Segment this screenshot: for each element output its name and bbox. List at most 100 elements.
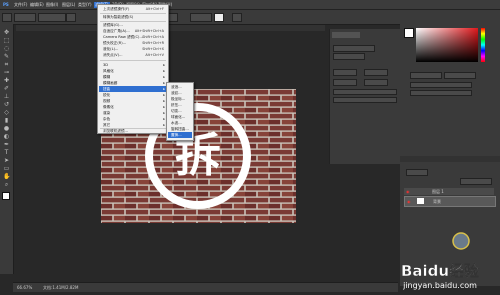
pen-tool-icon[interactable]: ✒ bbox=[3, 142, 10, 148]
foreground-color-chip[interactable] bbox=[404, 28, 414, 38]
menu-item-adaptive-wide[interactable]: 自适应广角(A)... bbox=[103, 29, 130, 34]
blur-tool-icon[interactable]: ● bbox=[3, 126, 10, 132]
color-swatch-button[interactable] bbox=[214, 13, 224, 22]
layer-row-selected[interactable]: ◉ 背景 bbox=[404, 196, 496, 207]
menu-type[interactable]: 类型(Y) bbox=[78, 2, 92, 8]
baidu-brand-text: Baidu经验 bbox=[401, 262, 480, 280]
shortcut-liquify: Shift+Ctrl+X bbox=[142, 47, 164, 51]
gradient-tool-icon[interactable]: ▮ bbox=[3, 118, 10, 124]
option-dropdown[interactable] bbox=[38, 13, 66, 22]
quick-select-icon[interactable]: ✎ bbox=[3, 54, 10, 60]
panel-field[interactable] bbox=[333, 79, 357, 86]
menu-separator bbox=[100, 21, 166, 22]
submenu-arrow-icon: ▸ bbox=[163, 87, 165, 91]
submenu-arrow-icon: ▸ bbox=[163, 69, 165, 73]
baidu-watermark-graphic: Baidu经验 jingyan.baidu.com bbox=[401, 232, 480, 290]
menu-image[interactable]: 图像(I) bbox=[46, 2, 58, 8]
submenu-item-shear[interactable]: 切变... bbox=[171, 109, 182, 114]
option-button-3[interactable] bbox=[232, 13, 242, 22]
brush-tool-icon[interactable]: ✐ bbox=[3, 86, 10, 92]
lasso-tool-icon[interactable]: ◌ bbox=[3, 46, 10, 52]
option-button-2[interactable] bbox=[168, 13, 178, 22]
panel-icons[interactable] bbox=[410, 90, 472, 96]
layer-kind-filter[interactable] bbox=[406, 169, 428, 176]
submenu-arrow-icon: ▸ bbox=[163, 75, 165, 79]
panel-field[interactable] bbox=[333, 53, 365, 60]
panel-field[interactable] bbox=[364, 79, 388, 86]
shortcut-camera-raw: Shift+Ctrl+A bbox=[142, 35, 164, 39]
zoom-level[interactable]: 66.67% bbox=[17, 285, 32, 290]
path-select-icon[interactable]: ➤ bbox=[3, 158, 10, 164]
hue-slider[interactable] bbox=[481, 28, 485, 62]
visibility-eye-icon[interactable]: ◉ bbox=[406, 189, 410, 194]
option-button[interactable] bbox=[66, 13, 76, 22]
menu-layer[interactable]: 图层(L) bbox=[62, 2, 75, 8]
menu-item-filter-gallery[interactable]: 滤镜库(G)... bbox=[103, 23, 123, 28]
opacity-field[interactable] bbox=[460, 178, 492, 185]
shape-tool-icon[interactable]: ▭ bbox=[3, 166, 10, 172]
tool-preset-button[interactable] bbox=[2, 13, 12, 22]
foreground-color-swatch[interactable] bbox=[2, 192, 10, 200]
panel-style-buttons[interactable] bbox=[333, 97, 397, 103]
panel-icons[interactable] bbox=[410, 82, 472, 88]
menu-item-distort[interactable]: 扭曲 bbox=[103, 87, 110, 92]
submenu-item-spherize[interactable]: 球面化... bbox=[171, 115, 185, 120]
layer-row[interactable]: ◉ 图层 1 bbox=[404, 188, 494, 195]
option-field[interactable] bbox=[14, 13, 36, 22]
submenu-item-polar[interactable]: 极坐标... bbox=[171, 97, 185, 102]
menu-item-blur[interactable]: 模糊 bbox=[103, 75, 110, 80]
panel-field[interactable] bbox=[333, 45, 375, 52]
menu-item-browse-online[interactable]: 浏览联机滤镜... bbox=[103, 129, 128, 134]
submenu-arrow-icon: ▸ bbox=[163, 63, 165, 67]
menu-edit[interactable]: 编辑(E) bbox=[30, 2, 44, 8]
panel-field[interactable] bbox=[444, 72, 476, 79]
document-tab-bar[interactable] bbox=[16, 25, 325, 31]
menu-item-lens-correction[interactable]: 镜头校正(R)... bbox=[103, 41, 126, 46]
shortcut-last-filter: Alt+Ctrl+F bbox=[145, 7, 164, 11]
dodge-tool-icon[interactable]: ◐ bbox=[3, 134, 10, 140]
menu-item-last-filter[interactable]: 上次滤镜操作(F) bbox=[103, 7, 129, 12]
tools-panel: ✥ ⬚ ◌ ✎ ⌗ ⊸ ✚ ✐ ⊥ ↺ ◇ ▮ ● ◐ ✒ T ➤ ▭ ✋ ⌕ bbox=[0, 24, 14, 274]
submenu-arrow-icon: ▸ bbox=[163, 99, 165, 103]
shortcut-vanishing-point: Alt+Ctrl+V bbox=[145, 53, 164, 57]
panel-field[interactable] bbox=[364, 69, 388, 76]
panel-field[interactable] bbox=[410, 72, 442, 79]
zoom-tool-icon[interactable]: ⌕ bbox=[3, 182, 10, 188]
hand-tool-icon[interactable]: ✋ bbox=[3, 174, 10, 180]
menu-item-liquify[interactable]: 液化(L)... bbox=[103, 47, 118, 52]
menu-item-convert-smart[interactable]: 转换为智能滤镜(S) bbox=[103, 15, 133, 20]
type-tool-icon[interactable]: T bbox=[3, 150, 10, 156]
visibility-eye-icon[interactable]: ◉ bbox=[407, 199, 411, 204]
submenu-item-ripple[interactable]: 波纹... bbox=[171, 91, 182, 96]
menu-file[interactable]: 文件(F) bbox=[14, 2, 27, 8]
layers-panel-tab-bar[interactable] bbox=[400, 156, 500, 162]
avatar bbox=[452, 232, 470, 250]
submenu-item-displace[interactable]: 置换... bbox=[171, 133, 182, 138]
menu-item-vanishing-point[interactable]: 消失点(V)... bbox=[103, 53, 122, 58]
option-field-2[interactable] bbox=[190, 13, 212, 22]
layer-thumbnail bbox=[417, 198, 424, 204]
eyedropper-icon[interactable]: ⊸ bbox=[3, 70, 10, 76]
submenu-item-zigzag[interactable]: 水波... bbox=[171, 121, 182, 126]
eraser-icon[interactable]: ◇ bbox=[3, 110, 10, 116]
menu-item-video[interactable]: 视频 bbox=[103, 99, 110, 104]
panel-style-buttons[interactable] bbox=[333, 89, 397, 95]
menu-item-sharpen[interactable]: 锐化 bbox=[103, 93, 110, 98]
menu-item-render[interactable]: 渲染 bbox=[103, 111, 110, 116]
crop-tool-icon[interactable]: ⌗ bbox=[3, 62, 10, 68]
panel-field[interactable] bbox=[333, 69, 357, 76]
color-picker-field[interactable] bbox=[416, 28, 478, 62]
menu-item-3d[interactable]: 3D bbox=[103, 63, 108, 67]
menu-item-pixelate[interactable]: 像素化 bbox=[103, 105, 114, 110]
history-brush-icon[interactable]: ↺ bbox=[3, 102, 10, 108]
marquee-tool-icon[interactable]: ⬚ bbox=[3, 38, 10, 44]
clone-stamp-icon[interactable]: ⊥ bbox=[3, 94, 10, 100]
menu-item-camera-raw[interactable]: Camera Raw 滤镜(C)... bbox=[103, 35, 143, 40]
submenu-item-wave[interactable]: 波浪... bbox=[171, 85, 182, 90]
submenu-item-pinch[interactable]: 挤压... bbox=[171, 103, 182, 108]
healing-brush-icon[interactable]: ✚ bbox=[3, 78, 10, 84]
panel-tab[interactable] bbox=[332, 32, 360, 38]
menu-item-stylize[interactable]: 风格化 bbox=[103, 69, 114, 74]
move-tool-icon[interactable]: ✥ bbox=[3, 30, 10, 36]
menu-item-noise[interactable]: 杂色 bbox=[103, 117, 110, 122]
